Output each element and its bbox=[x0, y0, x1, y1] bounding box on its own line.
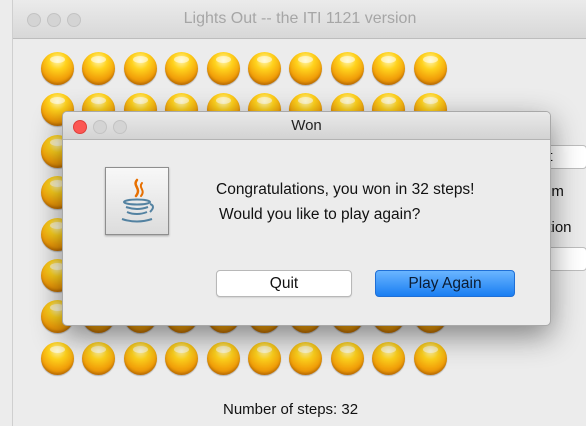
light-button[interactable] bbox=[331, 52, 364, 85]
dialog-titlebar[interactable]: Won bbox=[63, 112, 550, 140]
light-button[interactable] bbox=[165, 52, 198, 85]
main-titlebar[interactable]: Lights Out -- the ITI 1121 version bbox=[13, 0, 586, 39]
light-button[interactable] bbox=[289, 342, 322, 375]
light-button[interactable] bbox=[82, 52, 115, 85]
steps-label: Number of steps: bbox=[223, 401, 342, 418]
light-button[interactable] bbox=[41, 342, 74, 375]
light-button[interactable] bbox=[207, 342, 240, 375]
light-button[interactable] bbox=[414, 342, 447, 375]
light-button[interactable] bbox=[248, 52, 281, 85]
window-title: Lights Out -- the ITI 1121 version bbox=[183, 10, 417, 27]
light-button[interactable] bbox=[165, 342, 198, 375]
light-button[interactable] bbox=[289, 52, 322, 85]
dialog-message: Congratulations, you won in 32 steps! bbox=[216, 181, 475, 198]
dialog-question: Would you like to play again? bbox=[219, 206, 421, 223]
steps-value: 32 bbox=[341, 401, 359, 418]
light-button[interactable] bbox=[124, 342, 157, 375]
light-button[interactable] bbox=[248, 342, 281, 375]
play-again-button[interactable]: Play Again bbox=[375, 270, 515, 297]
light-button[interactable] bbox=[41, 52, 74, 85]
light-button[interactable] bbox=[207, 52, 240, 85]
light-button[interactable] bbox=[124, 52, 157, 85]
steps-counter: Number of steps: 32 bbox=[223, 401, 358, 418]
java-coffee-cup-icon bbox=[105, 167, 169, 235]
light-button[interactable] bbox=[414, 52, 447, 85]
light-button[interactable] bbox=[331, 342, 364, 375]
light-button[interactable] bbox=[372, 342, 405, 375]
won-dialog: Won Congratulations, you won in 32 steps… bbox=[62, 111, 551, 326]
light-button[interactable] bbox=[372, 52, 405, 85]
dialog-title: Won bbox=[291, 117, 322, 134]
quit-button[interactable]: Quit bbox=[216, 270, 352, 297]
light-button[interactable] bbox=[82, 342, 115, 375]
